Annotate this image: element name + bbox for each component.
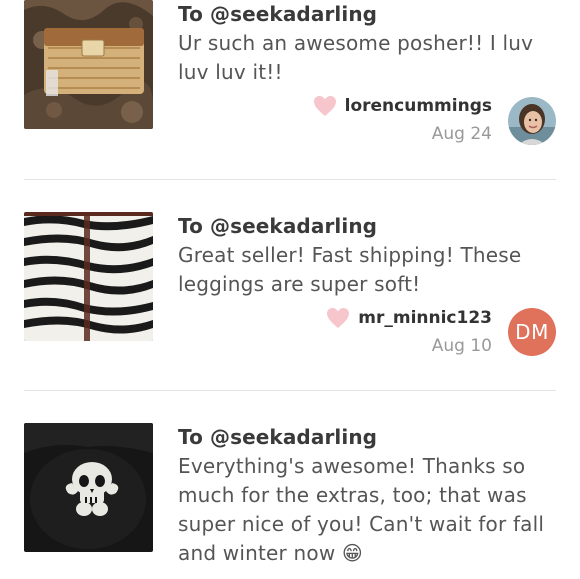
review-body: To @seekadarling Ur such an awesome posh… bbox=[178, 0, 548, 87]
listing-thumbnail[interactable] bbox=[24, 212, 153, 341]
to-prefix: To bbox=[178, 214, 210, 238]
review-body: To @seekadarling Everything's awesome! T… bbox=[178, 423, 548, 568]
recipient-handle[interactable]: @seekadarling bbox=[210, 214, 377, 238]
divider bbox=[24, 179, 556, 180]
listing-thumbnail[interactable] bbox=[24, 0, 153, 129]
reviewer-avatar[interactable] bbox=[508, 97, 556, 145]
review-meta: lorencummings Aug 24 bbox=[313, 93, 492, 147]
heart-icon[interactable] bbox=[326, 307, 350, 329]
review-meta: mr_minnic123 Aug 10 bbox=[326, 305, 492, 359]
reviewer-username[interactable]: mr_minnic123 bbox=[358, 308, 492, 328]
heart-icon[interactable] bbox=[313, 95, 337, 117]
recipient-line: To @seekadarling bbox=[178, 212, 548, 240]
to-prefix: To bbox=[178, 425, 210, 449]
review-body: To @seekadarling Great seller! Fast ship… bbox=[178, 212, 548, 299]
to-prefix: To bbox=[178, 2, 210, 26]
review-comment: Ur such an awesome posher!! I luv luv lu… bbox=[178, 31, 534, 84]
review-date: Aug 10 bbox=[431, 336, 492, 356]
recipient-line: To @seekadarling bbox=[178, 423, 548, 451]
review-comment: Everything's awesome! Thanks so much for… bbox=[178, 454, 545, 565]
reviews-feed: To @seekadarling Ur such an awesome posh… bbox=[0, 0, 580, 579]
recipient-handle[interactable]: @seekadarling bbox=[210, 425, 377, 449]
listing-thumbnail[interactable] bbox=[24, 423, 153, 552]
recipient-handle[interactable]: @seekadarling bbox=[210, 2, 377, 26]
reviewer-username[interactable]: lorencummings bbox=[345, 96, 492, 116]
review-comment: Great seller! Fast shipping! These leggi… bbox=[178, 243, 522, 296]
divider bbox=[24, 390, 556, 391]
recipient-line: To @seekadarling bbox=[178, 0, 548, 28]
skull-shirt-image bbox=[24, 423, 153, 552]
user-photo-avatar bbox=[508, 97, 556, 145]
reviewer-avatar[interactable]: DM bbox=[508, 308, 556, 356]
zebra-leggings-image bbox=[24, 212, 153, 341]
review-date: Aug 24 bbox=[431, 124, 492, 144]
avatar-initials: DM bbox=[515, 320, 549, 344]
wicker-clutch-image bbox=[24, 0, 153, 129]
